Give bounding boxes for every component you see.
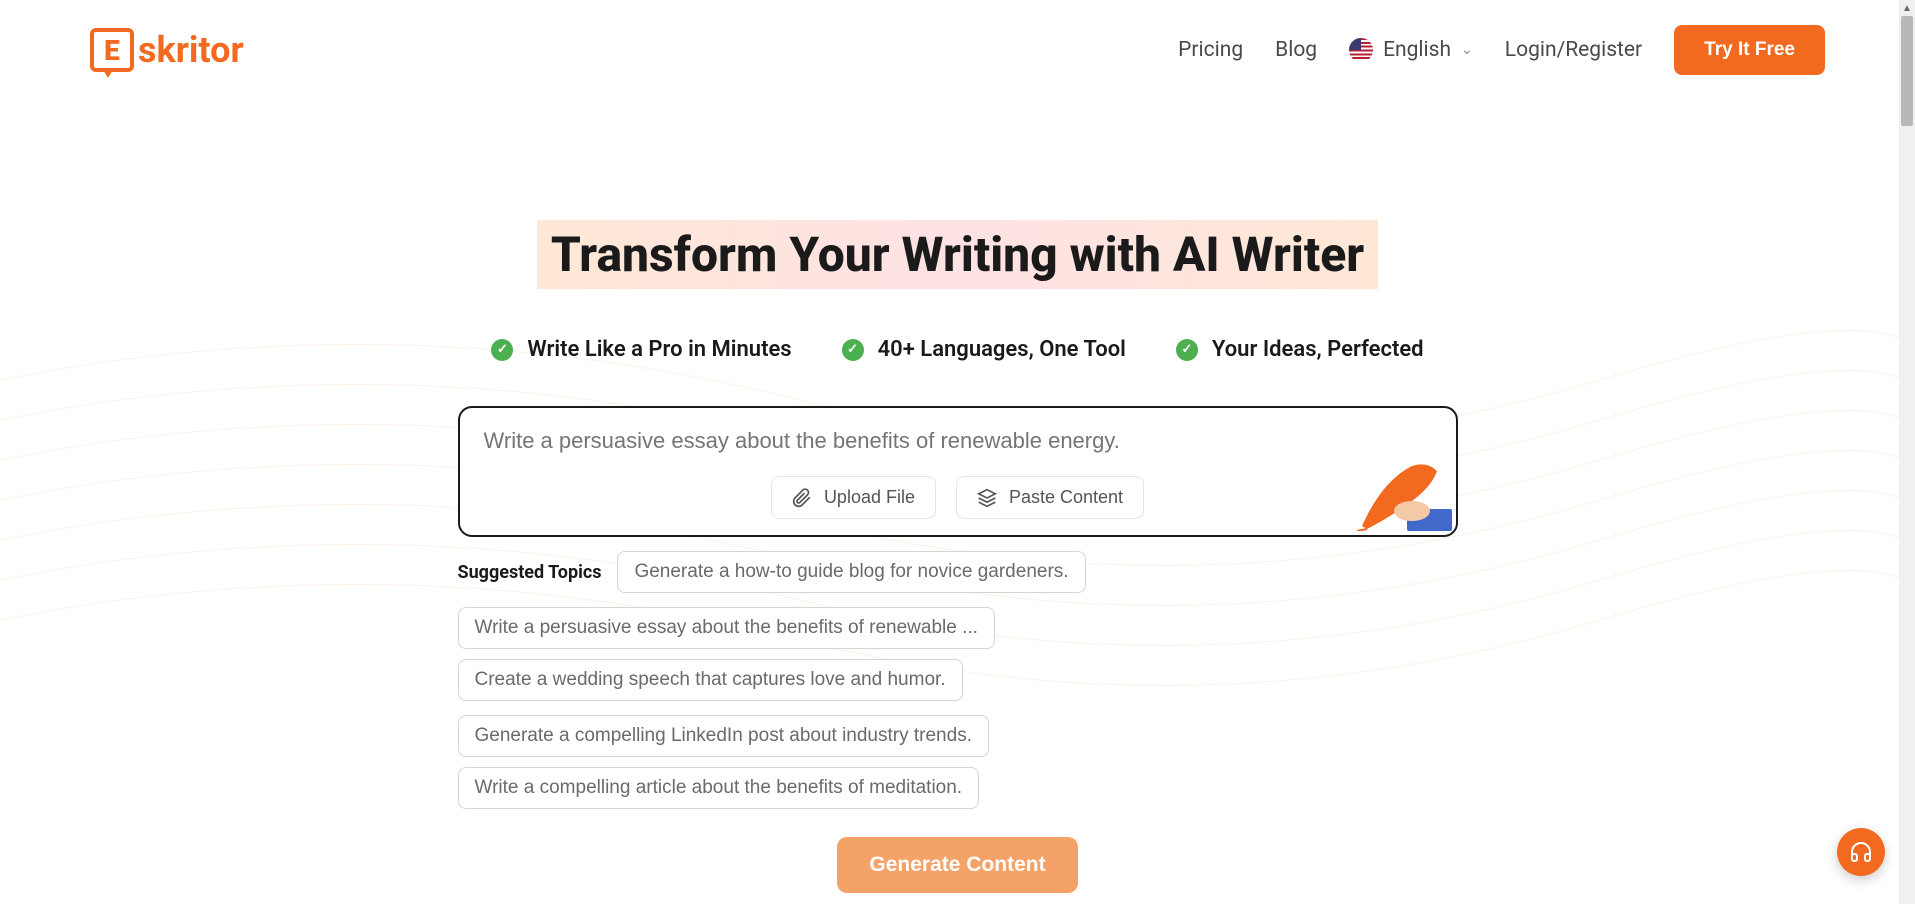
input-actions: Upload File Paste Content [484, 476, 1432, 519]
try-free-button[interactable]: Try It Free [1674, 25, 1825, 75]
suggested-topics-row-2: Write a persuasive essay about the benef… [458, 607, 1458, 701]
quill-hand-icon [1352, 461, 1452, 531]
feature-text: Write Like a Pro in Minutes [527, 337, 791, 362]
suggested-label: Suggested Topics [458, 562, 602, 583]
check-icon: ✓ [1176, 339, 1198, 361]
chevron-down-icon: ⌄ [1461, 42, 1473, 58]
scroll-thumb[interactable] [1901, 16, 1913, 126]
topic-chip[interactable]: Write a persuasive essay about the benef… [458, 607, 995, 649]
nav-login[interactable]: Login/Register [1505, 38, 1642, 62]
paperclip-icon [792, 488, 812, 508]
feature-item: ✓ 40+ Languages, One Tool [842, 337, 1126, 362]
logo[interactable]: E skritor [90, 28, 244, 72]
paste-content-label: Paste Content [1009, 487, 1123, 508]
scroll-up-icon[interactable]: ▲ [1899, 0, 1915, 16]
paste-content-button[interactable]: Paste Content [956, 476, 1144, 519]
logo-icon: E [90, 28, 134, 72]
topic-chip[interactable]: Generate a how-to guide blog for novice … [617, 551, 1085, 593]
check-icon: ✓ [842, 339, 864, 361]
headset-icon [1849, 840, 1873, 864]
layers-icon [977, 488, 997, 508]
topic-chip[interactable]: Generate a compelling LinkedIn post abou… [458, 715, 989, 757]
upload-file-button[interactable]: Upload File [771, 476, 936, 519]
feature-text: Your Ideas, Perfected [1212, 337, 1424, 362]
generate-content-button[interactable]: Generate Content [837, 837, 1077, 893]
scrollbar[interactable]: ▲ [1899, 0, 1915, 904]
language-label: English [1383, 38, 1451, 62]
upload-file-label: Upload File [824, 487, 915, 508]
check-icon: ✓ [491, 339, 513, 361]
topic-chip[interactable]: Create a wedding speech that captures lo… [458, 659, 963, 701]
hero-title: Transform Your Writing with AI Writer [537, 220, 1378, 289]
feature-item: ✓ Your Ideas, Perfected [1176, 337, 1424, 362]
prompt-input[interactable] [484, 428, 1432, 454]
suggested-topics-row-3: Generate a compelling LinkedIn post abou… [458, 715, 1458, 809]
nav-blog[interactable]: Blog [1275, 38, 1317, 62]
chat-support-button[interactable] [1837, 828, 1885, 876]
feature-list: ✓ Write Like a Pro in Minutes ✓ 40+ Lang… [491, 337, 1423, 362]
us-flag-icon [1349, 38, 1373, 62]
feature-text: 40+ Languages, One Tool [878, 337, 1126, 362]
top-nav: Pricing Blog English ⌄ Login/Register Tr… [1178, 25, 1825, 75]
nav-pricing[interactable]: Pricing [1178, 38, 1243, 62]
main-content: Transform Your Writing with AI Writer ✓ … [0, 100, 1915, 893]
prompt-card: Upload File Paste Content [458, 406, 1458, 537]
logo-text: skritor [138, 29, 244, 71]
language-selector[interactable]: English ⌄ [1349, 38, 1473, 62]
topic-chip[interactable]: Write a compelling article about the ben… [458, 767, 980, 809]
feature-item: ✓ Write Like a Pro in Minutes [491, 337, 791, 362]
suggested-topics: Suggested Topics Generate a how-to guide… [458, 551, 1458, 593]
header: E skritor Pricing Blog English ⌄ Login/R… [0, 0, 1915, 100]
